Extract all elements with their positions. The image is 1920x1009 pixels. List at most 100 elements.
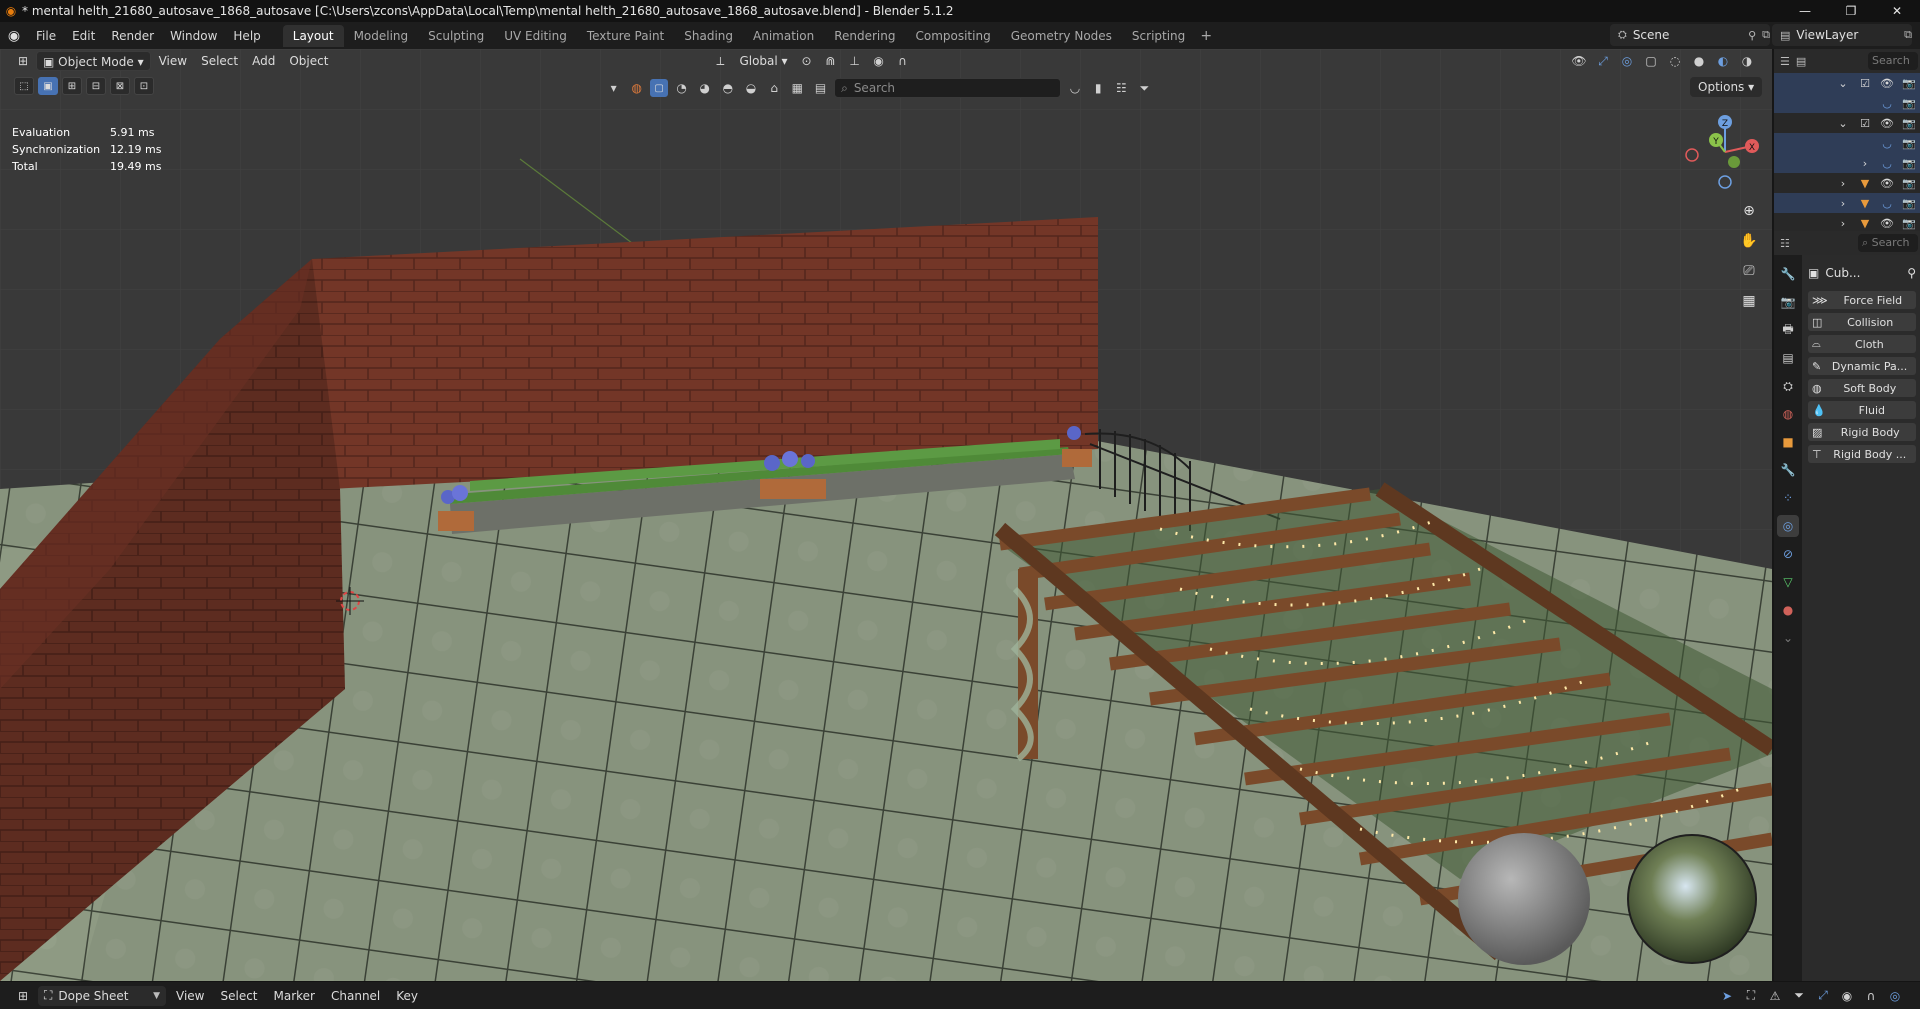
camera-icon[interactable]: 📷	[1902, 137, 1916, 150]
zoom-icon[interactable]: ⊕	[1736, 198, 1762, 224]
rigid-body-constraint-button[interactable]: ⊤ Rigid Body ...	[1808, 445, 1916, 463]
falloff-icon[interactable]: ∩	[892, 51, 914, 71]
falloff-icon[interactable]: ∩	[1860, 986, 1882, 1006]
object-tab-icon[interactable]: ■	[1777, 431, 1799, 453]
tab-uv-editing[interactable]: UV Editing	[494, 25, 577, 47]
rigid-body-button[interactable]: ▨ Rigid Body	[1808, 423, 1916, 441]
text-filter-icon[interactable]: ◒	[741, 78, 760, 98]
eye-icon[interactable]: 👁	[1880, 177, 1894, 190]
material-shading-icon[interactable]: ◐	[1712, 51, 1734, 71]
outliner-row[interactable]: ◡ 📷	[1774, 93, 1920, 113]
orientation-dropdown[interactable]: Global ▾	[733, 51, 793, 71]
curve-filter-icon[interactable]: ◔	[672, 78, 691, 98]
fluid-button[interactable]: 💧 Fluid	[1808, 401, 1916, 419]
eye-icon[interactable]: 👁	[1880, 77, 1894, 90]
camera-icon[interactable]: 📷	[1902, 97, 1916, 110]
wireframe-shading-icon[interactable]: ◌	[1664, 51, 1686, 71]
snap-icon[interactable]: ⋒	[820, 51, 842, 71]
solid-shading-icon[interactable]: ●	[1688, 51, 1710, 71]
tab-modeling[interactable]: Modeling	[344, 25, 419, 47]
select-invert-mode-icon[interactable]: ⊠	[110, 77, 130, 95]
cloth-button[interactable]: ⌓ Cloth	[1808, 335, 1916, 353]
options-dropdown[interactable]: Options ▾	[1690, 77, 1763, 97]
checkbox-icon[interactable]: ☑	[1858, 117, 1872, 130]
snap-target-icon[interactable]: ⊥	[844, 51, 866, 71]
xray-toggle-icon[interactable]: ▢	[1640, 51, 1662, 71]
navigation-gizmo[interactable]: Z X Y	[1680, 110, 1770, 194]
dope-menu-select[interactable]: Select	[214, 986, 263, 1006]
hidden-icon[interactable]: ◡	[1880, 137, 1894, 150]
camera-icon[interactable]: 📷	[1902, 177, 1916, 190]
blender-menu-icon[interactable]: ◉	[0, 22, 28, 49]
tab-layout[interactable]: Layout	[282, 24, 344, 47]
soft-body-button[interactable]: ◍ Soft Body	[1808, 379, 1916, 397]
tab-animation[interactable]: Animation	[743, 25, 824, 47]
checkbox-icon[interactable]: ☑	[1858, 77, 1872, 90]
camera-icon[interactable]: 📷	[1902, 117, 1916, 130]
expand-arrow-icon[interactable]: ›	[1858, 157, 1872, 170]
tab-sculpting[interactable]: Sculpting	[418, 25, 494, 47]
gizmo-neg-z-axis[interactable]	[1718, 175, 1732, 189]
menu-select[interactable]: Select	[195, 51, 244, 71]
tab-texture-paint[interactable]: Texture Paint	[577, 25, 674, 47]
tab-rendering[interactable]: Rendering	[824, 25, 905, 47]
menu-object[interactable]: Object	[283, 51, 334, 71]
eye-icon[interactable]: 👁	[1880, 217, 1894, 230]
expand-arrow-icon[interactable]: ⌄	[1836, 117, 1850, 130]
particles-tab-icon[interactable]: ⁘	[1777, 487, 1799, 509]
filter-icon[interactable]: ⏷	[1788, 986, 1810, 1006]
lattice-filter-icon[interactable]: ▦	[788, 78, 807, 98]
editor-type-icon[interactable]: ⊞	[12, 51, 34, 71]
menu-render[interactable]: Render	[103, 25, 162, 47]
editor-type-icon[interactable]: ⊞	[12, 986, 34, 1006]
display-mode-icon[interactable]: ▤	[1796, 55, 1806, 68]
camera-icon[interactable]: 📷	[1902, 217, 1916, 230]
outliner-editor-icon[interactable]: ☰	[1780, 55, 1790, 68]
menu-edit[interactable]: Edit	[64, 25, 103, 47]
world-tab-icon[interactable]: ◍	[1777, 403, 1799, 425]
minimize-button[interactable]: —	[1782, 0, 1828, 22]
view-layer-tab-icon[interactable]: ▤	[1777, 347, 1799, 369]
data-tab-icon[interactable]: ▽	[1777, 571, 1799, 593]
gizmo-neg-y-axis[interactable]	[1728, 156, 1740, 168]
select-new-mode-icon[interactable]: ▣	[38, 77, 58, 95]
scene-selector[interactable]: ⛭ Scene ⚲ ⧉	[1610, 24, 1770, 46]
camera-icon[interactable]: 📷	[1902, 77, 1916, 90]
physics-tab-icon[interactable]: ◎	[1777, 515, 1799, 537]
camera-view-icon[interactable]: ⎚	[1736, 258, 1762, 284]
dope-menu-view[interactable]: View	[170, 986, 210, 1006]
3d-viewport[interactable]	[0, 49, 1772, 981]
mesh-filter-icon[interactable]: ▢	[650, 79, 668, 97]
dope-menu-marker[interactable]: Marker	[268, 986, 321, 1006]
select-subtract-mode-icon[interactable]: ⊟	[86, 77, 106, 95]
tab-compositing[interactable]: Compositing	[905, 25, 1000, 47]
meta-filter-icon[interactable]: ◓	[718, 78, 737, 98]
new-scene-icon[interactable]: ⧉	[1762, 28, 1770, 42]
pan-hand-icon[interactable]: ✋	[1736, 228, 1762, 254]
hidden-icon[interactable]: ◡	[1880, 197, 1894, 210]
expand-arrow-icon[interactable]: ›	[1836, 217, 1850, 230]
modifier-tab-icon[interactable]: 🔧	[1777, 459, 1799, 481]
pin-icon[interactable]: ⚲	[1907, 266, 1916, 280]
dope-menu-key[interactable]: Key	[390, 986, 424, 1006]
constraints-tab-icon[interactable]: ⊘	[1777, 543, 1799, 565]
menu-view[interactable]: View	[153, 51, 193, 71]
object-mode-dropdown[interactable]: ▣ Object Mode ▾	[36, 51, 151, 71]
maximize-button[interactable]: ❐	[1828, 0, 1874, 22]
dropdown-chevron-icon[interactable]: ▾	[604, 78, 623, 98]
outliner-search-input[interactable]: Search	[1868, 52, 1918, 70]
material-tab-icon[interactable]: ●	[1777, 599, 1799, 621]
tool-tab-icon[interactable]: 🔧	[1777, 263, 1799, 285]
hidden-icon[interactable]: ◡	[1880, 157, 1894, 170]
outliner-row[interactable]: ⌄ ☑ 👁 📷	[1774, 73, 1920, 93]
output-tab-icon[interactable]: 🖶	[1777, 319, 1799, 341]
eye-icon[interactable]: 👁	[1880, 117, 1894, 130]
show-hidden-icon[interactable]: ⛶	[1740, 986, 1762, 1006]
scene-tab-icon[interactable]: ⛭	[1777, 375, 1799, 397]
outliner[interactable]: ⌄ ☑ 👁 📷 ◡ 📷 ⌄ ☑ 👁 📷 ◡ 📷 › ◡ 📷 › ▼ 👁 📷 › …	[1774, 73, 1920, 231]
overlay-toggle-icon[interactable]: ◎	[1616, 51, 1638, 71]
new-view-layer-icon[interactable]: ⧉	[1904, 28, 1912, 42]
proportional-edit-icon[interactable]: ◉	[868, 51, 890, 71]
outliner-row[interactable]: › ▼ ◡ 📷	[1774, 193, 1920, 213]
viewport-search-input[interactable]: ⌕ Search	[834, 78, 1062, 98]
